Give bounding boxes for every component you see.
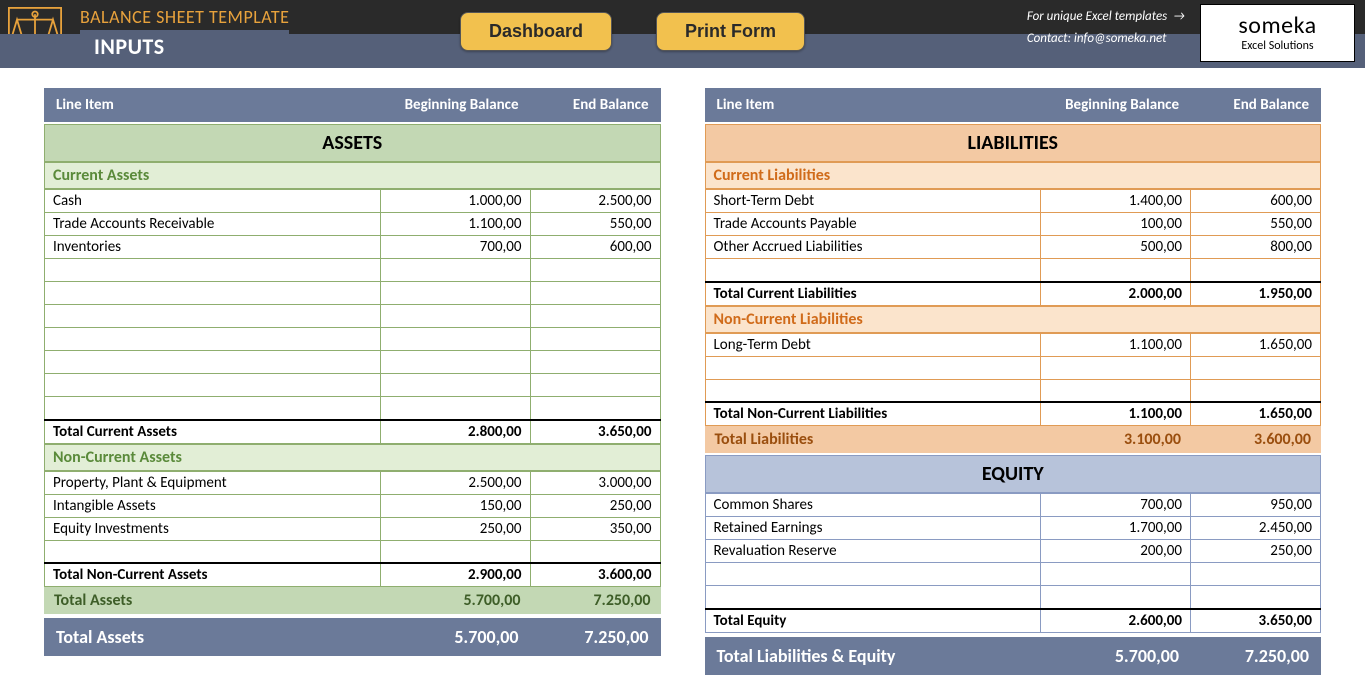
table-row — [45, 540, 661, 563]
total-current-assets-row: Total Current Assets2.800,003.650,00 — [45, 420, 661, 444]
table-row: Inventories700,00600,00 — [45, 236, 661, 259]
header-end: End Balance — [519, 96, 649, 114]
table-row — [45, 282, 661, 305]
top-bar: $ $ BALANCE SHEET TEMPLATE INPUTS Dashbo… — [0, 0, 1365, 68]
noncurrent-assets-table: Property, Plant & Equipment2.500,003.000… — [44, 471, 661, 588]
column-header-row: Line Item Beginning Balance End Balance — [44, 88, 661, 122]
liabilities-equity-column: Line Item Beginning Balance End Balance … — [705, 88, 1322, 675]
table-row — [45, 259, 661, 282]
table-row: Long-Term Debt1.100,001.650,00 — [705, 333, 1321, 356]
current-assets-table: Cash1.000,002.500,00 Trade Accounts Rece… — [44, 189, 661, 444]
footer-total-assets: Total Assets 5.700,00 7.250,00 — [44, 618, 661, 656]
footer-total-liab-equity: Total Liabilities & Equity 5.700,00 7.25… — [705, 637, 1322, 675]
noncurrent-liabilities-table: Long-Term Debt1.100,001.650,00 Total Non… — [705, 333, 1322, 427]
total-current-liabilities-row: Total Current Liabilities2.000,001.950,0… — [705, 282, 1321, 306]
equity-header: EQUITY — [705, 455, 1322, 493]
table-row: Other Accrued Liabilities500,00800,00 — [705, 236, 1321, 259]
table-row — [705, 379, 1321, 402]
header-begin: Beginning Balance — [369, 96, 519, 114]
table-row — [45, 328, 661, 351]
table-row: Retained Earnings1.700,002.450,00 — [705, 517, 1321, 540]
someka-logo[interactable]: someka Excel Solutions — [1200, 4, 1355, 62]
liabilities-header: LIABILITIES — [705, 124, 1322, 162]
total-liabilities-row: Total Liabilities 3.100,00 3.600,00 — [705, 426, 1322, 453]
equity-table: Common Shares700,00950,00 Retained Earni… — [705, 493, 1322, 633]
total-noncurrent-liabilities-row: Total Non-Current Liabilities1.100,001.6… — [705, 402, 1321, 426]
total-noncurrent-assets-row: Total Non-Current Assets2.900,003.600,00 — [45, 563, 661, 587]
column-header-row: Line Item Beginning Balance End Balance — [705, 88, 1322, 122]
dashboard-button[interactable]: Dashboard — [460, 12, 612, 51]
current-liabilities-table: Short-Term Debt1.400,00600,00 Trade Acco… — [705, 189, 1322, 306]
contact-text: Contact: info@someka.net — [1027, 31, 1167, 46]
table-row: Intangible Assets150,00250,00 — [45, 494, 661, 517]
arrow-right-icon: → — [1173, 6, 1185, 28]
table-row: Property, Plant & Equipment2.500,003.000… — [45, 471, 661, 494]
table-row — [705, 586, 1321, 609]
print-form-button[interactable]: Print Form — [656, 12, 805, 51]
assets-header: ASSETS — [44, 124, 661, 162]
table-row — [45, 374, 661, 397]
table-row: Equity Investments250,00350,00 — [45, 517, 661, 540]
page-title: BALANCE SHEET TEMPLATE — [80, 6, 289, 28]
table-row — [705, 563, 1321, 586]
table-row — [705, 259, 1321, 282]
table-row: Trade Accounts Receivable1.100,00550,00 — [45, 213, 661, 236]
current-liabilities-label: Current Liabilities — [705, 162, 1322, 189]
page-subtitle: INPUTS — [94, 33, 165, 60]
header-line-item: Line Item — [56, 96, 369, 114]
noncurrent-liabilities-label: Non-Current Liabilities — [705, 306, 1322, 333]
assets-column: Line Item Beginning Balance End Balance … — [44, 88, 661, 675]
table-row — [45, 305, 661, 328]
table-row — [705, 356, 1321, 379]
templates-link[interactable]: For unique Excel templates → — [1027, 6, 1185, 28]
table-row: Cash1.000,002.500,00 — [45, 190, 661, 213]
current-assets-label: Current Assets — [44, 162, 661, 189]
table-row — [45, 397, 661, 420]
total-assets-row: Total Assets 5.700,00 7.250,00 — [44, 587, 661, 614]
total-equity-row: Total Equity2.600,003.650,00 — [705, 609, 1321, 633]
table-row — [45, 351, 661, 374]
noncurrent-assets-label: Non-Current Assets — [44, 444, 661, 471]
table-row: Revaluation Reserve200,00250,00 — [705, 540, 1321, 563]
table-row: Short-Term Debt1.400,00600,00 — [705, 190, 1321, 213]
table-row: Common Shares700,00950,00 — [705, 494, 1321, 517]
table-row: Trade Accounts Payable100,00550,00 — [705, 213, 1321, 236]
